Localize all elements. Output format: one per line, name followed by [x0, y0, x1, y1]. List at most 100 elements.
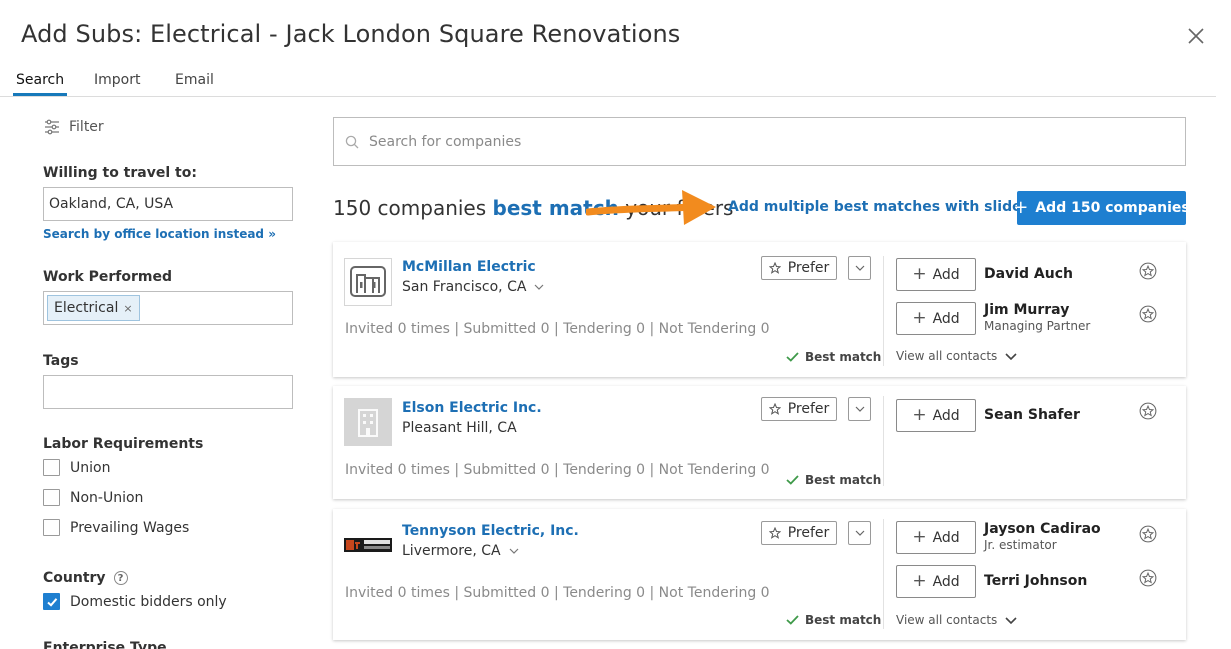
- add-all-companies-button[interactable]: + Add 150 companies: [1013, 191, 1190, 225]
- add-label: Add: [932, 407, 960, 424]
- modal-title: Add Subs: Electrical - Jack London Squar…: [21, 20, 681, 48]
- location-text: Pleasant Hill, CA: [402, 420, 517, 436]
- location-text: San Francisco, CA: [402, 279, 527, 295]
- work-performed-label: Work Performed: [43, 269, 173, 285]
- add-contact-button[interactable]: + Add: [896, 565, 976, 598]
- company-location[interactable]: San Francisco, CA: [402, 279, 544, 295]
- add-label: Add: [932, 310, 960, 327]
- prefer-button[interactable]: Prefer: [761, 521, 837, 545]
- chevron-down-icon: [855, 530, 864, 536]
- company-name-link[interactable]: McMillan Electric: [402, 259, 536, 275]
- best-match-indicator: Best match: [786, 350, 881, 364]
- prefer-label: Prefer: [787, 260, 830, 276]
- search-placeholder: Search for companies: [369, 133, 522, 150]
- favorite-star-icon[interactable]: [1139, 402, 1157, 420]
- contact-name: Sean Shafer: [984, 407, 1080, 423]
- invite-stats: Invited 0 times | Submitted 0 | Tenderin…: [345, 585, 770, 601]
- domestic-bidders-option[interactable]: Domestic bidders only: [43, 593, 227, 610]
- company-search-input[interactable]: Search for companies: [333, 117, 1186, 166]
- plus-icon: +: [912, 264, 927, 284]
- tags-input[interactable]: [43, 375, 293, 409]
- favorite-star-icon[interactable]: [1139, 262, 1157, 280]
- add-label: Add: [932, 529, 960, 546]
- add-contact-button[interactable]: + Add: [896, 521, 976, 554]
- favorite-star-icon[interactable]: [1139, 305, 1157, 323]
- add-contact-button[interactable]: + Add: [896, 399, 976, 432]
- card-divider: [883, 256, 884, 366]
- checkmark-icon: [46, 597, 57, 607]
- view-all-contacts-link[interactable]: View all contacts: [896, 613, 1017, 627]
- travel-label: Willing to travel to:: [43, 165, 197, 181]
- domestic-bidders-checkbox[interactable]: [43, 593, 60, 610]
- company-location: Pleasant Hill, CA: [402, 420, 517, 436]
- plus-icon: +: [912, 405, 927, 425]
- chevron-down-icon: [1005, 616, 1017, 624]
- chevron-down-icon: [855, 406, 864, 412]
- chip-remove-icon[interactable]: ×: [123, 302, 132, 315]
- best-match-label: Best match: [805, 473, 882, 487]
- company-card: Elson Electric Inc. Pleasant Hill, CA Pr…: [333, 386, 1186, 499]
- check-icon: [786, 352, 799, 362]
- prefer-button[interactable]: Prefer: [761, 397, 837, 421]
- union-label: Union: [70, 459, 111, 476]
- best-match-indicator: Best match: [786, 613, 881, 627]
- help-icon[interactable]: ?: [113, 571, 128, 585]
- location-text: Livermore, CA: [402, 543, 501, 559]
- contact-entry: Sean Shafer: [984, 407, 1080, 423]
- union-checkbox[interactable]: [43, 459, 60, 476]
- search-icon: [345, 135, 359, 148]
- add-contact-button[interactable]: + Add: [896, 302, 976, 335]
- view-all-contacts-link[interactable]: View all contacts: [896, 349, 1017, 363]
- chevron-down-icon: [535, 284, 544, 290]
- prevailing-wages-checkbox[interactable]: [43, 519, 60, 536]
- contact-role: Managing Partner: [984, 319, 1091, 333]
- enterprise-type-label: Enterprise Type: [43, 640, 167, 649]
- chevron-down-icon: [855, 265, 864, 271]
- chevron-down-icon: [1005, 352, 1017, 360]
- company-options-dropdown[interactable]: [848, 397, 871, 421]
- travel-location-input[interactable]: Oakland, CA, USA: [43, 187, 293, 221]
- filter-label: Filter: [69, 119, 104, 135]
- tabs-divider: [0, 96, 1216, 97]
- mcmillan-logo: [344, 258, 392, 306]
- work-performed-input[interactable]: Electrical ×: [43, 291, 293, 325]
- sliders-icon: [45, 119, 59, 135]
- labor-option-prevailing-wages[interactable]: Prevailing Wages: [43, 519, 189, 536]
- company-options-dropdown[interactable]: [848, 521, 871, 545]
- prefer-label: Prefer: [787, 401, 830, 417]
- chip-label: Electrical: [54, 300, 119, 316]
- travel-location-value: Oakland, CA, USA: [49, 196, 174, 212]
- work-chip-electrical[interactable]: Electrical ×: [47, 295, 140, 321]
- labor-option-union[interactable]: Union: [43, 459, 110, 476]
- office-location-link[interactable]: Search by office location instead »: [43, 227, 276, 241]
- tab-import[interactable]: Import: [94, 72, 140, 88]
- company-name-link[interactable]: Elson Electric Inc.: [402, 400, 542, 416]
- country-label: Country: [43, 570, 106, 586]
- check-icon: [786, 475, 799, 485]
- tab-email[interactable]: Email: [175, 72, 214, 88]
- company-name-link[interactable]: Tennyson Electric, Inc.: [402, 523, 579, 539]
- add-label: Add: [932, 266, 960, 283]
- add-multiple-slider-link[interactable]: Add multiple best matches with slider »: [706, 199, 1042, 215]
- plus-icon: +: [912, 571, 927, 591]
- add-label: Add: [932, 573, 960, 590]
- add-contact-button[interactable]: + Add: [896, 258, 976, 291]
- company-location[interactable]: Livermore, CA: [402, 543, 519, 559]
- non-union-checkbox[interactable]: [43, 489, 60, 506]
- close-icon[interactable]: [1186, 26, 1206, 46]
- favorite-star-icon[interactable]: [1139, 569, 1157, 587]
- prefer-button[interactable]: Prefer: [761, 256, 837, 280]
- tennyson-logo: [344, 538, 392, 552]
- star-icon: [768, 527, 781, 539]
- star-icon: [768, 262, 781, 274]
- favorite-star-icon[interactable]: [1139, 525, 1157, 543]
- slider-link-label: Add multiple best matches with slider »: [728, 199, 1043, 215]
- company-options-dropdown[interactable]: [848, 256, 871, 280]
- country-heading: Country ?: [43, 570, 128, 586]
- labor-option-non-union[interactable]: Non-Union: [43, 489, 143, 506]
- domestic-bidders-label: Domestic bidders only: [70, 593, 227, 610]
- contact-entry: Jim Murray Managing Partner: [984, 302, 1090, 333]
- check-icon: [786, 615, 799, 625]
- contact-name: Jayson Cadirao: [984, 521, 1101, 537]
- tab-search[interactable]: Search: [16, 72, 64, 88]
